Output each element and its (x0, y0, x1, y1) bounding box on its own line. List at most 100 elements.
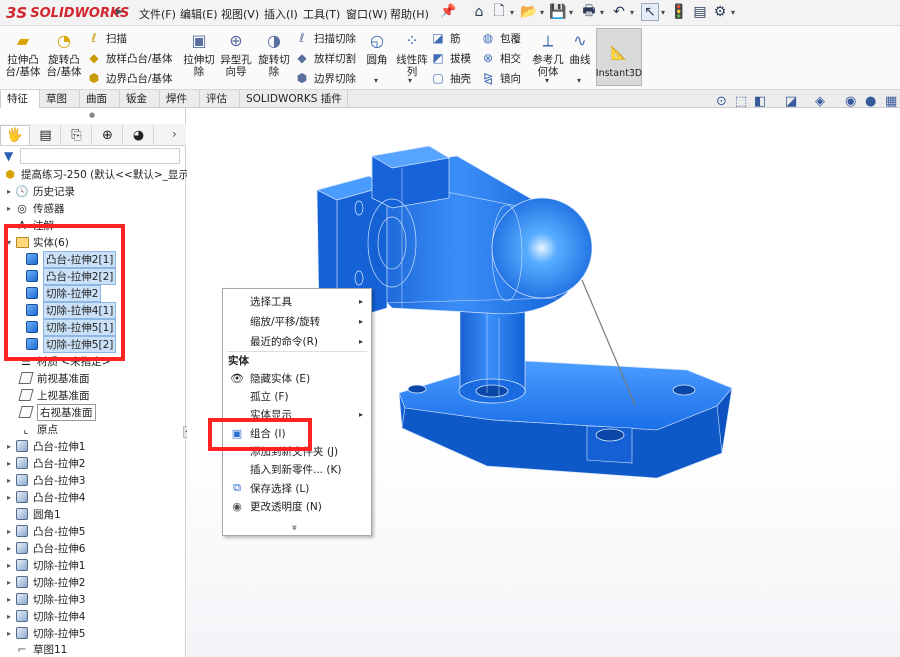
fillet-button[interactable]: ◵ 圆角 (360, 30, 394, 67)
extrude-cut-button[interactable]: ▣ 拉伸切 除 (180, 30, 218, 79)
instant3d-button[interactable]: 📐 Instant3D (596, 28, 642, 86)
hole-wizard-button[interactable]: ⊕ 异型孔 向导 (217, 30, 255, 79)
menu-tools[interactable]: 工具(T) (303, 6, 340, 22)
appearance-icon[interactable]: ● (865, 94, 876, 109)
menu-isolate[interactable]: 孤立 (F) (223, 387, 371, 405)
sweep-button[interactable]: ℓ 扫描 (86, 30, 127, 46)
tree-sensors[interactable]: ▸ ◎ 传感器 (4, 200, 65, 216)
tab-sheet-metal[interactable]: 钣金 (120, 90, 160, 108)
linear-pattern-button[interactable]: ⁘ 线性阵 列 (394, 30, 430, 79)
tab-weldments[interactable]: 焊件 (160, 90, 200, 108)
tree-feature[interactable]: ▸ 切除-拉伸5 (4, 625, 85, 641)
shell-button[interactable]: ▢ 抽壳 (430, 70, 471, 86)
tree-feature[interactable]: ▸ 凸台-拉伸1 (4, 438, 85, 454)
tab-addins[interactable]: SOLIDWORKS 插件 (240, 90, 348, 108)
lofted-cut-button[interactable]: ◆ 放样切割 (294, 50, 356, 66)
save-dropdown-icon[interactable]: ▾ (569, 8, 573, 17)
menu-insert-new-part[interactable]: 插入到新零件... (K) (223, 460, 371, 478)
expand-icon[interactable]: ▸ (4, 544, 14, 553)
tab-sketch[interactable]: 草图 (40, 90, 80, 108)
rib-button[interactable]: ◪ 筋 (430, 30, 460, 46)
display-manager-tab-icon[interactable]: ◕ (124, 125, 154, 145)
loft-boss-button[interactable]: ◆ 放样凸台/基体 (86, 50, 172, 66)
revolve-boss-button[interactable]: ◔ 旋转凸 台/基体 (45, 30, 83, 79)
pin-icon[interactable]: 📌 (440, 4, 456, 19)
select-cursor-icon[interactable]: ↖ (641, 3, 659, 21)
boundary-cut-button[interactable]: ⬢ 边界切除 (294, 70, 356, 86)
expand-icon[interactable]: ▸ (4, 459, 14, 468)
curves-dropdown-icon[interactable]: ▾ (577, 76, 581, 85)
menu-hide-bodies[interactable]: 👁 隐藏实体 (E) (223, 369, 371, 387)
tree-feature[interactable]: ▸ 切除-拉伸2 (4, 574, 85, 590)
tree-feature[interactable]: ▸ 凸台-拉伸2 (4, 455, 85, 471)
save-icon[interactable]: 💾 (549, 3, 567, 21)
section-view-icon[interactable]: ◪ (785, 94, 797, 109)
zoom-to-fit-icon[interactable]: ⊙ (716, 94, 727, 109)
expand-icon[interactable]: ▸ (4, 527, 14, 536)
select-dropdown-icon[interactable]: ▾ (661, 8, 665, 17)
undo-dropdown-icon[interactable]: ▾ (630, 8, 634, 17)
reference-geometry-button[interactable]: ⟂ 参考几 何体 (530, 30, 566, 79)
tree-feature[interactable]: ▸ 切除-拉伸1 (4, 557, 85, 573)
new-dropdown-icon[interactable]: ▾ (510, 8, 514, 17)
scene-icon[interactable]: ▦ (885, 94, 897, 109)
revolve-cut-button[interactable]: ◑ 旋转切 除 (255, 30, 293, 79)
expand-icon[interactable]: ▸ (4, 561, 14, 570)
print-dropdown-icon[interactable]: ▾ (600, 8, 604, 17)
traffic-light-icon[interactable]: 🚦 (670, 3, 688, 21)
expand-icon[interactable]: ▸ (4, 187, 14, 196)
panel-grip-icon[interactable]: ● (89, 111, 95, 119)
tree-feature[interactable]: ▸ 切除-拉伸3 (4, 591, 85, 607)
tree-history[interactable]: ▸ 🕓 历史记录 (4, 183, 75, 199)
expand-icon[interactable]: ▸ (4, 629, 14, 638)
options-gear-icon[interactable]: ⚙ (711, 3, 729, 21)
logo-menu-arrow-icon[interactable]: ▶ (116, 7, 123, 17)
tree-feature[interactable]: ▸ 切除-拉伸4 (4, 608, 85, 624)
menu-expand-more-icon[interactable]: » (289, 524, 300, 530)
expand-icon[interactable]: ▸ (4, 204, 14, 213)
expand-icon[interactable]: ▸ (4, 578, 14, 587)
manager-tabs-next-icon[interactable]: › (172, 127, 177, 141)
tree-feature[interactable]: ▸ 凸台-拉伸5 (4, 523, 85, 539)
tree-front-plane[interactable]: 前视基准面 (18, 370, 90, 386)
intersect-button[interactable]: ⊗ 相交 (480, 50, 521, 66)
tree-top-plane[interactable]: 上视基准面 (18, 387, 90, 403)
zoom-area-icon[interactable]: ⬚ (735, 94, 747, 109)
print-icon[interactable]: 🖶 (580, 3, 598, 21)
expand-icon[interactable]: ▸ (4, 476, 14, 485)
curves-button[interactable]: ∿ 曲线 (566, 30, 594, 67)
file-properties-icon[interactable]: ▤ (691, 3, 709, 21)
menu-file[interactable]: 文件(F) (139, 6, 176, 22)
menu-help[interactable]: 帮助(H) (390, 6, 429, 22)
menu-edit[interactable]: 编辑(E) (180, 6, 218, 22)
menu-zoom-pan-rotate[interactable]: 缩放/平移/旋转 ▸ (223, 312, 371, 330)
propertymanager-tab-icon[interactable]: ▤ (31, 125, 61, 145)
tab-evaluate[interactable]: 评估 (200, 90, 240, 108)
menu-change-transparency[interactable]: ◉ 更改透明度 (N) (223, 497, 371, 515)
tree-filter-input[interactable] (20, 148, 180, 164)
expand-icon[interactable]: ▸ (4, 493, 14, 502)
expand-icon[interactable]: ▸ (4, 595, 14, 604)
previous-view-icon[interactable]: ◧ (754, 94, 766, 109)
tab-features[interactable]: 特征 (0, 90, 40, 108)
open-folder-icon[interactable]: 📂 (520, 3, 538, 21)
new-document-icon[interactable]: 🗋 (490, 3, 508, 21)
swept-cut-button[interactable]: ℓ 扫描切除 (294, 30, 356, 46)
menu-select-tools[interactable]: 选择工具 ▸ (223, 292, 371, 310)
dimxpert-tab-icon[interactable]: ⊕ (93, 125, 123, 145)
menu-insert[interactable]: 插入(I) (264, 6, 298, 22)
wrap-button[interactable]: ◍ 包覆 (480, 30, 521, 46)
menu-save-selection[interactable]: ⧉ 保存选择 (L) (223, 479, 371, 497)
options-dropdown-icon[interactable]: ▾ (731, 8, 735, 17)
tree-feature[interactable]: ▸ 凸台-拉伸4 (4, 489, 85, 505)
tree-feature[interactable]: 圆角1 (14, 506, 61, 522)
menu-window[interactable]: 窗口(W) (346, 6, 387, 22)
tree-origin[interactable]: ⌞ 原点 (18, 421, 58, 437)
solidworks-logo[interactable]: 3S SOLIDWORKS (6, 3, 129, 23)
tree-feature[interactable]: ▸ 凸台-拉伸6 (4, 540, 85, 556)
expand-icon[interactable]: ▸ (4, 612, 14, 621)
expand-icon[interactable]: ▸ (4, 442, 14, 451)
menu-view[interactable]: 视图(V) (221, 6, 259, 22)
featuremanager-tab-icon[interactable]: 🖐 (0, 125, 30, 145)
pattern-dropdown-icon[interactable]: ▾ (408, 76, 412, 85)
